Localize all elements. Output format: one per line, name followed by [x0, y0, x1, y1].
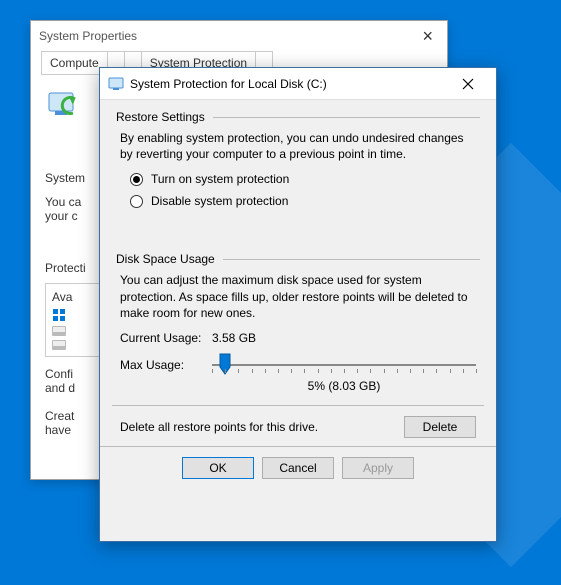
- max-usage-label: Max Usage:: [120, 358, 212, 372]
- apply-button: Apply: [342, 457, 414, 479]
- radio-icon: [130, 195, 143, 208]
- current-usage-label: Current Usage:: [120, 331, 212, 345]
- window-icon: [52, 308, 66, 322]
- tab[interactable]: Compute: [41, 51, 108, 74]
- dialog-title: System Protection for Local Disk (C:): [130, 77, 448, 91]
- back-title: System Properties: [39, 29, 137, 43]
- drive-icon: [52, 340, 66, 350]
- delete-button[interactable]: Delete: [404, 416, 476, 438]
- close-icon[interactable]: ×: [416, 26, 439, 47]
- max-usage-value: 5% (8.03 GB): [208, 379, 480, 393]
- delete-row: Delete all restore points for this drive…: [120, 416, 476, 438]
- max-usage-row: Max Usage:: [120, 355, 476, 375]
- radio-label: Disable system protection: [151, 194, 288, 208]
- drive-icon: [52, 326, 66, 336]
- radio-label: Turn on system protection: [151, 172, 289, 186]
- delete-description: Delete all restore points for this drive…: [120, 420, 404, 434]
- back-titlebar[interactable]: System Properties ×: [31, 21, 447, 51]
- front-titlebar[interactable]: System Protection for Local Disk (C:): [100, 68, 496, 100]
- dialog-body: Restore Settings By enabling system prot…: [100, 100, 496, 487]
- disk-description: You can adjust the maximum disk space us…: [120, 272, 476, 321]
- max-usage-slider[interactable]: [212, 355, 476, 375]
- disk-usage-heading: Disk Space Usage: [116, 252, 480, 266]
- cancel-button[interactable]: Cancel: [262, 457, 334, 479]
- close-button[interactable]: [448, 68, 488, 100]
- radio-disable[interactable]: Disable system protection: [130, 194, 476, 208]
- current-usage-row: Current Usage: 3.58 GB: [120, 331, 476, 345]
- restore-settings-heading: Restore Settings: [116, 110, 480, 124]
- dialog-icon: [108, 76, 124, 92]
- radio-icon: [130, 173, 143, 186]
- restore-description: By enabling system protection, you can u…: [120, 130, 476, 162]
- ok-button[interactable]: OK: [182, 457, 254, 479]
- dialog-footer: OK Cancel Apply: [100, 446, 496, 479]
- system-restore-icon: [45, 87, 85, 127]
- system-protection-dialog: System Protection for Local Disk (C:) Re…: [99, 67, 497, 542]
- current-usage-value: 3.58 GB: [212, 331, 256, 345]
- radio-turn-on[interactable]: Turn on system protection: [130, 172, 476, 186]
- close-icon: [462, 78, 474, 90]
